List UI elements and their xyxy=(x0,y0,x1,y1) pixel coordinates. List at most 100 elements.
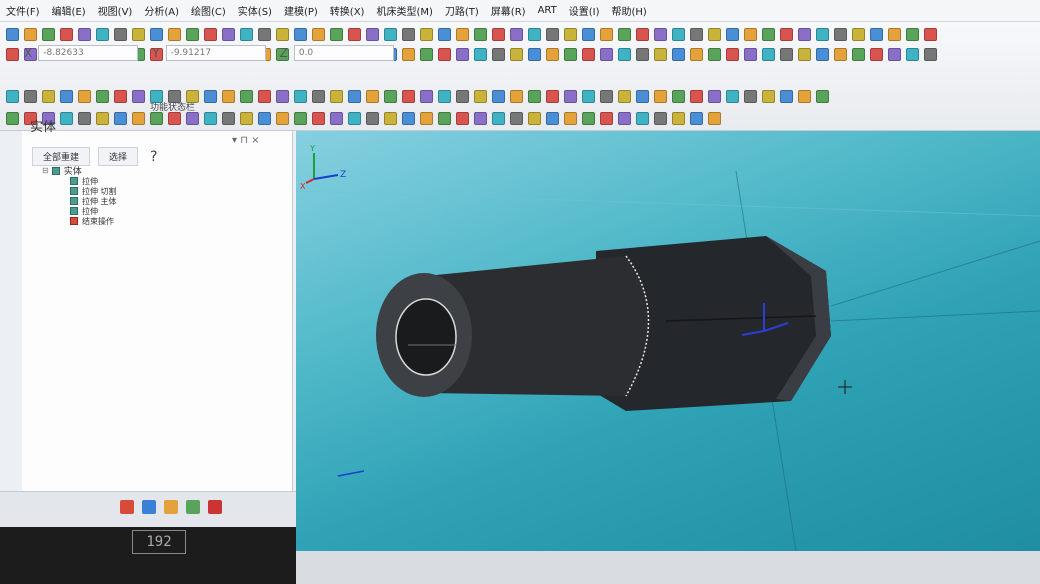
menu-item[interactable]: 帮助(H) xyxy=(612,3,647,18)
toolbar-button-icon[interactable] xyxy=(402,89,415,103)
toolbar-button-icon[interactable] xyxy=(708,89,721,103)
toolbar-button-icon[interactable] xyxy=(834,47,847,61)
toolbar-button-icon[interactable] xyxy=(204,111,217,125)
menu-item[interactable]: 设置(I) xyxy=(569,3,600,18)
toolbar-button-icon[interactable] xyxy=(96,27,109,41)
toolbar-button-icon[interactable] xyxy=(492,111,505,125)
toolbar-button-icon[interactable] xyxy=(636,89,649,103)
toolbar-button-icon[interactable] xyxy=(636,27,649,41)
menu-item[interactable]: 屏幕(R) xyxy=(491,3,526,18)
tree-item[interactable]: 拉伸 xyxy=(70,176,117,186)
toolbar-button-icon[interactable] xyxy=(348,27,361,41)
toolbar-button-icon[interactable] xyxy=(564,47,577,61)
toolbar-button-icon[interactable] xyxy=(870,47,883,61)
menu-item[interactable]: 文件(F) xyxy=(6,3,40,18)
toolbar-button-icon[interactable] xyxy=(546,27,559,41)
collapse-icon[interactable]: ⊟ xyxy=(42,166,49,175)
toolbar-button-icon[interactable] xyxy=(168,27,181,41)
toolbar-button-icon[interactable] xyxy=(672,111,685,125)
toolbar-button-icon[interactable] xyxy=(708,47,721,61)
menu-item[interactable]: ART xyxy=(538,5,557,16)
toolbar-button-icon[interactable] xyxy=(60,27,73,41)
toolbar-button-icon[interactable] xyxy=(204,89,217,103)
toolbar-button-icon[interactable] xyxy=(582,89,595,103)
toolbar-button-icon[interactable] xyxy=(474,47,487,61)
toolbar-button-icon[interactable] xyxy=(528,27,541,41)
toolbar-button-icon[interactable] xyxy=(654,111,667,125)
toolbar-button-icon[interactable] xyxy=(780,27,793,41)
toolbar-button-icon[interactable] xyxy=(870,27,883,41)
toolbar-button-icon[interactable] xyxy=(618,89,631,103)
toolbar-button-icon[interactable] xyxy=(330,89,343,103)
toolbar-button-icon[interactable] xyxy=(834,27,847,41)
toolbar-button-icon[interactable] xyxy=(600,47,613,61)
toolbar-button-icon[interactable] xyxy=(168,111,181,125)
toolbar-button-icon[interactable] xyxy=(24,27,37,41)
toolbar-button-icon[interactable] xyxy=(258,111,271,125)
toolbar-button-icon[interactable] xyxy=(618,27,631,41)
tree-item[interactable]: 拉伸 xyxy=(70,206,117,216)
toolbar-button-icon[interactable] xyxy=(690,89,703,103)
toolbar-button-icon[interactable] xyxy=(762,89,775,103)
toolbar-button-icon[interactable] xyxy=(492,27,505,41)
toolbar-button-icon[interactable] xyxy=(618,47,631,61)
toolbar-button-icon[interactable] xyxy=(708,27,721,41)
toolbar-button-icon[interactable] xyxy=(312,89,325,103)
z-coord-field[interactable] xyxy=(293,45,394,61)
tray-app-icon[interactable] xyxy=(186,500,200,514)
toolbar-button-icon[interactable] xyxy=(456,89,469,103)
toolbar-button-icon[interactable] xyxy=(276,27,289,41)
toolbar-button-icon[interactable] xyxy=(582,27,595,41)
toolbar-button-icon[interactable] xyxy=(744,89,757,103)
toolbar-button-icon[interactable] xyxy=(528,111,541,125)
menu-item[interactable]: 编辑(E) xyxy=(52,3,86,18)
toolbar-button-icon[interactable] xyxy=(546,47,559,61)
toolbar-button-icon[interactable] xyxy=(690,47,703,61)
toolbar-button-icon[interactable] xyxy=(582,111,595,125)
toolbar-button-icon[interactable] xyxy=(474,111,487,125)
toolbar-button-icon[interactable] xyxy=(204,27,217,41)
toolbar-button-icon[interactable] xyxy=(366,89,379,103)
toolbar-button-icon[interactable] xyxy=(294,27,307,41)
toolbar-button-icon[interactable] xyxy=(852,47,865,61)
toolbar-button-icon[interactable] xyxy=(816,89,829,103)
toolbar-button-icon[interactable] xyxy=(402,27,415,41)
toolbar-button-icon[interactable] xyxy=(654,27,667,41)
toolbar-button-icon[interactable] xyxy=(528,47,541,61)
toolbar-button-icon[interactable] xyxy=(150,111,163,125)
toolbar-button-icon[interactable] xyxy=(114,27,127,41)
tree-item[interactable]: 拉伸 主体 xyxy=(70,196,117,206)
toolbar-button-icon[interactable] xyxy=(384,111,397,125)
toolbar-button-icon[interactable] xyxy=(762,27,775,41)
toolbar-button-icon[interactable] xyxy=(366,27,379,41)
tray-app-icon[interactable] xyxy=(120,500,134,514)
menu-item[interactable]: 转换(X) xyxy=(330,3,365,18)
toolbar-button-icon[interactable] xyxy=(132,89,145,103)
toolbar-button-icon[interactable] xyxy=(528,89,541,103)
tree-item[interactable]: 结束操作 xyxy=(70,216,117,226)
toolbar-button-icon[interactable] xyxy=(708,111,721,125)
toolbar-button-icon[interactable] xyxy=(798,47,811,61)
toolbar-button-icon[interactable] xyxy=(330,111,343,125)
toolbar-button-icon[interactable] xyxy=(726,47,739,61)
toolbar-button-icon[interactable] xyxy=(474,89,487,103)
menu-item[interactable]: 机床类型(M) xyxy=(376,3,432,18)
tray-app-icon[interactable] xyxy=(208,500,222,514)
toolbar-button-icon[interactable] xyxy=(438,111,451,125)
toolbar-button-icon[interactable] xyxy=(510,111,523,125)
tree-item[interactable]: 拉伸 切割 xyxy=(70,186,117,196)
toolbar-button-icon[interactable] xyxy=(600,111,613,125)
toolbar-button-icon[interactable] xyxy=(744,47,757,61)
toolbar-button-icon[interactable] xyxy=(384,27,397,41)
toolbar-button-icon[interactable] xyxy=(348,89,361,103)
menu-item[interactable]: 分析(A) xyxy=(144,3,179,18)
toolbar-button-icon[interactable] xyxy=(420,111,433,125)
toolbar-button-icon[interactable] xyxy=(42,89,55,103)
toolbar-button-icon[interactable] xyxy=(114,89,127,103)
toolbar-button-icon[interactable] xyxy=(312,27,325,41)
panel-window-controls[interactable]: ▾ ⊓ × xyxy=(232,135,260,146)
menu-item[interactable]: 刀路(T) xyxy=(445,3,479,18)
toolbar-button-icon[interactable] xyxy=(618,111,631,125)
toolbar-button-icon[interactable] xyxy=(744,27,757,41)
toolbar-button-icon[interactable] xyxy=(456,47,469,61)
